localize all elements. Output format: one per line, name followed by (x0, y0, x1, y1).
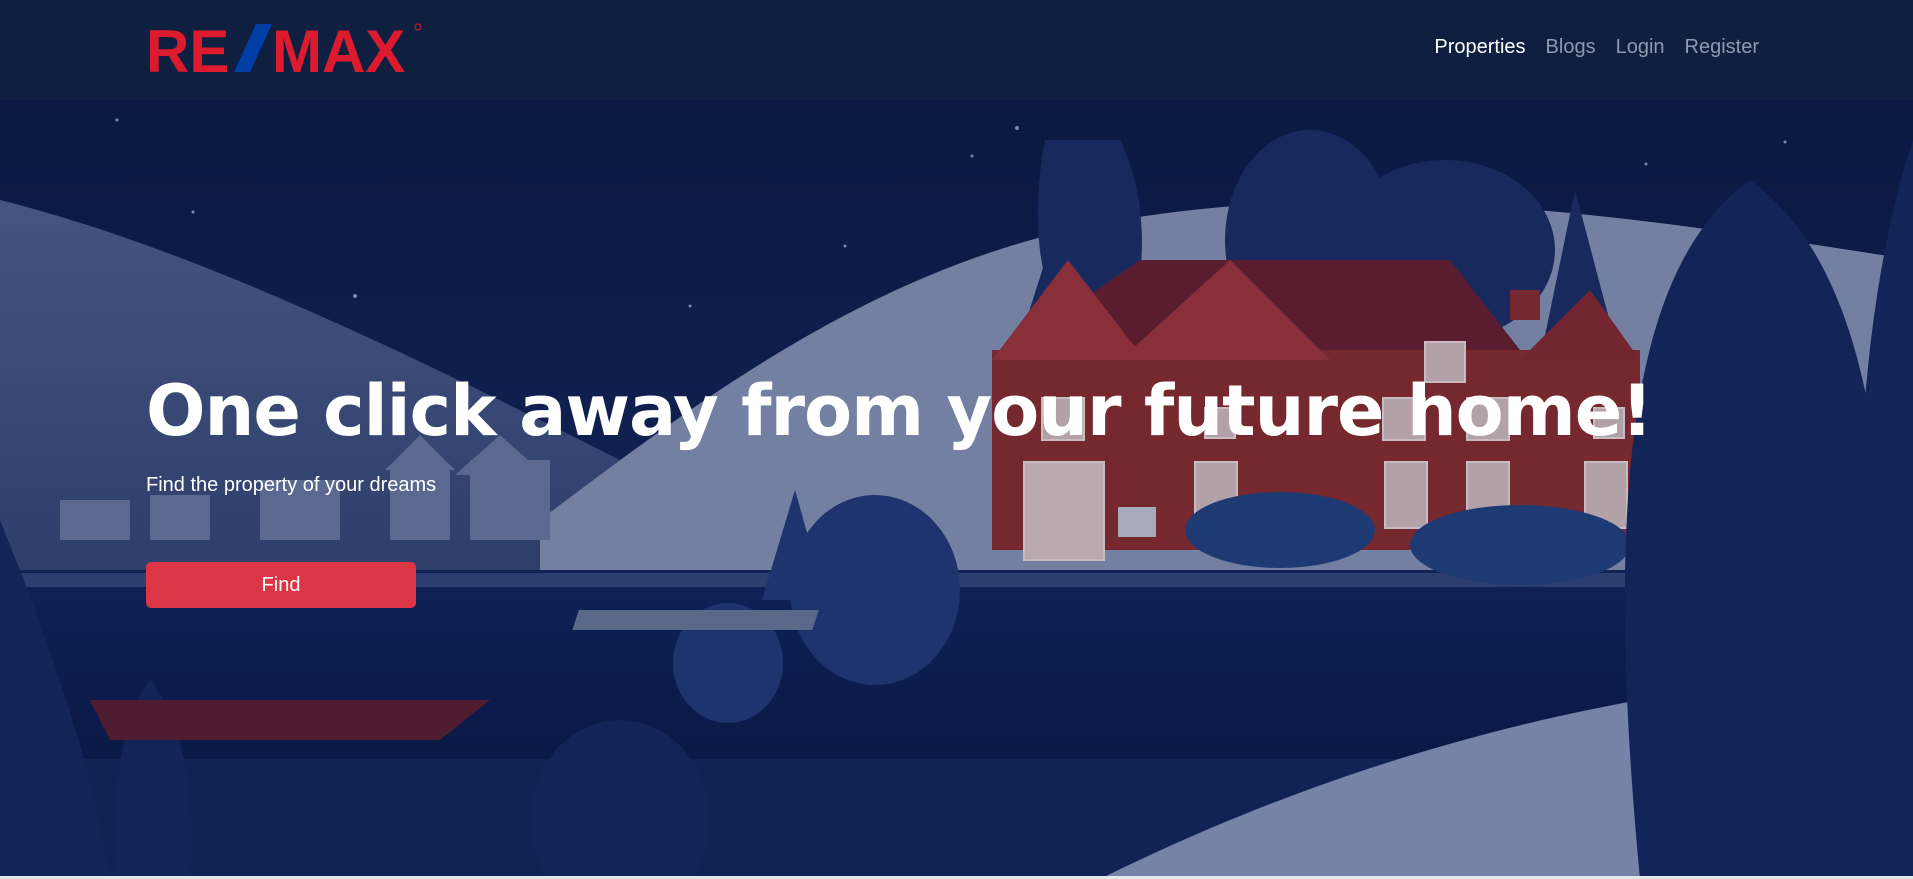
find-button[interactable]: Find (146, 562, 416, 608)
remax-logo[interactable]: RE MAX (146, 18, 422, 85)
nav-blogs[interactable]: Blogs (1546, 36, 1596, 59)
hero-subtitle: Find the property of your dreams (146, 474, 437, 496)
hero-section: One click away from your future home! Fi… (0, 100, 1913, 879)
svg-text:MAX: MAX (272, 22, 405, 76)
nav-properties[interactable]: Properties (1434, 36, 1525, 59)
svg-text:RE: RE (146, 22, 229, 76)
nav-register[interactable]: Register (1685, 36, 1759, 59)
hero-title: One click away from your future home! (146, 370, 1653, 452)
main-nav: Properties Blogs Login Register (1434, 36, 1759, 59)
hero-content: One click away from your future home! Fi… (146, 370, 1653, 608)
navbar: RE MAX Properties Blogs Login Register (0, 0, 1913, 100)
nav-login[interactable]: Login (1616, 36, 1665, 59)
